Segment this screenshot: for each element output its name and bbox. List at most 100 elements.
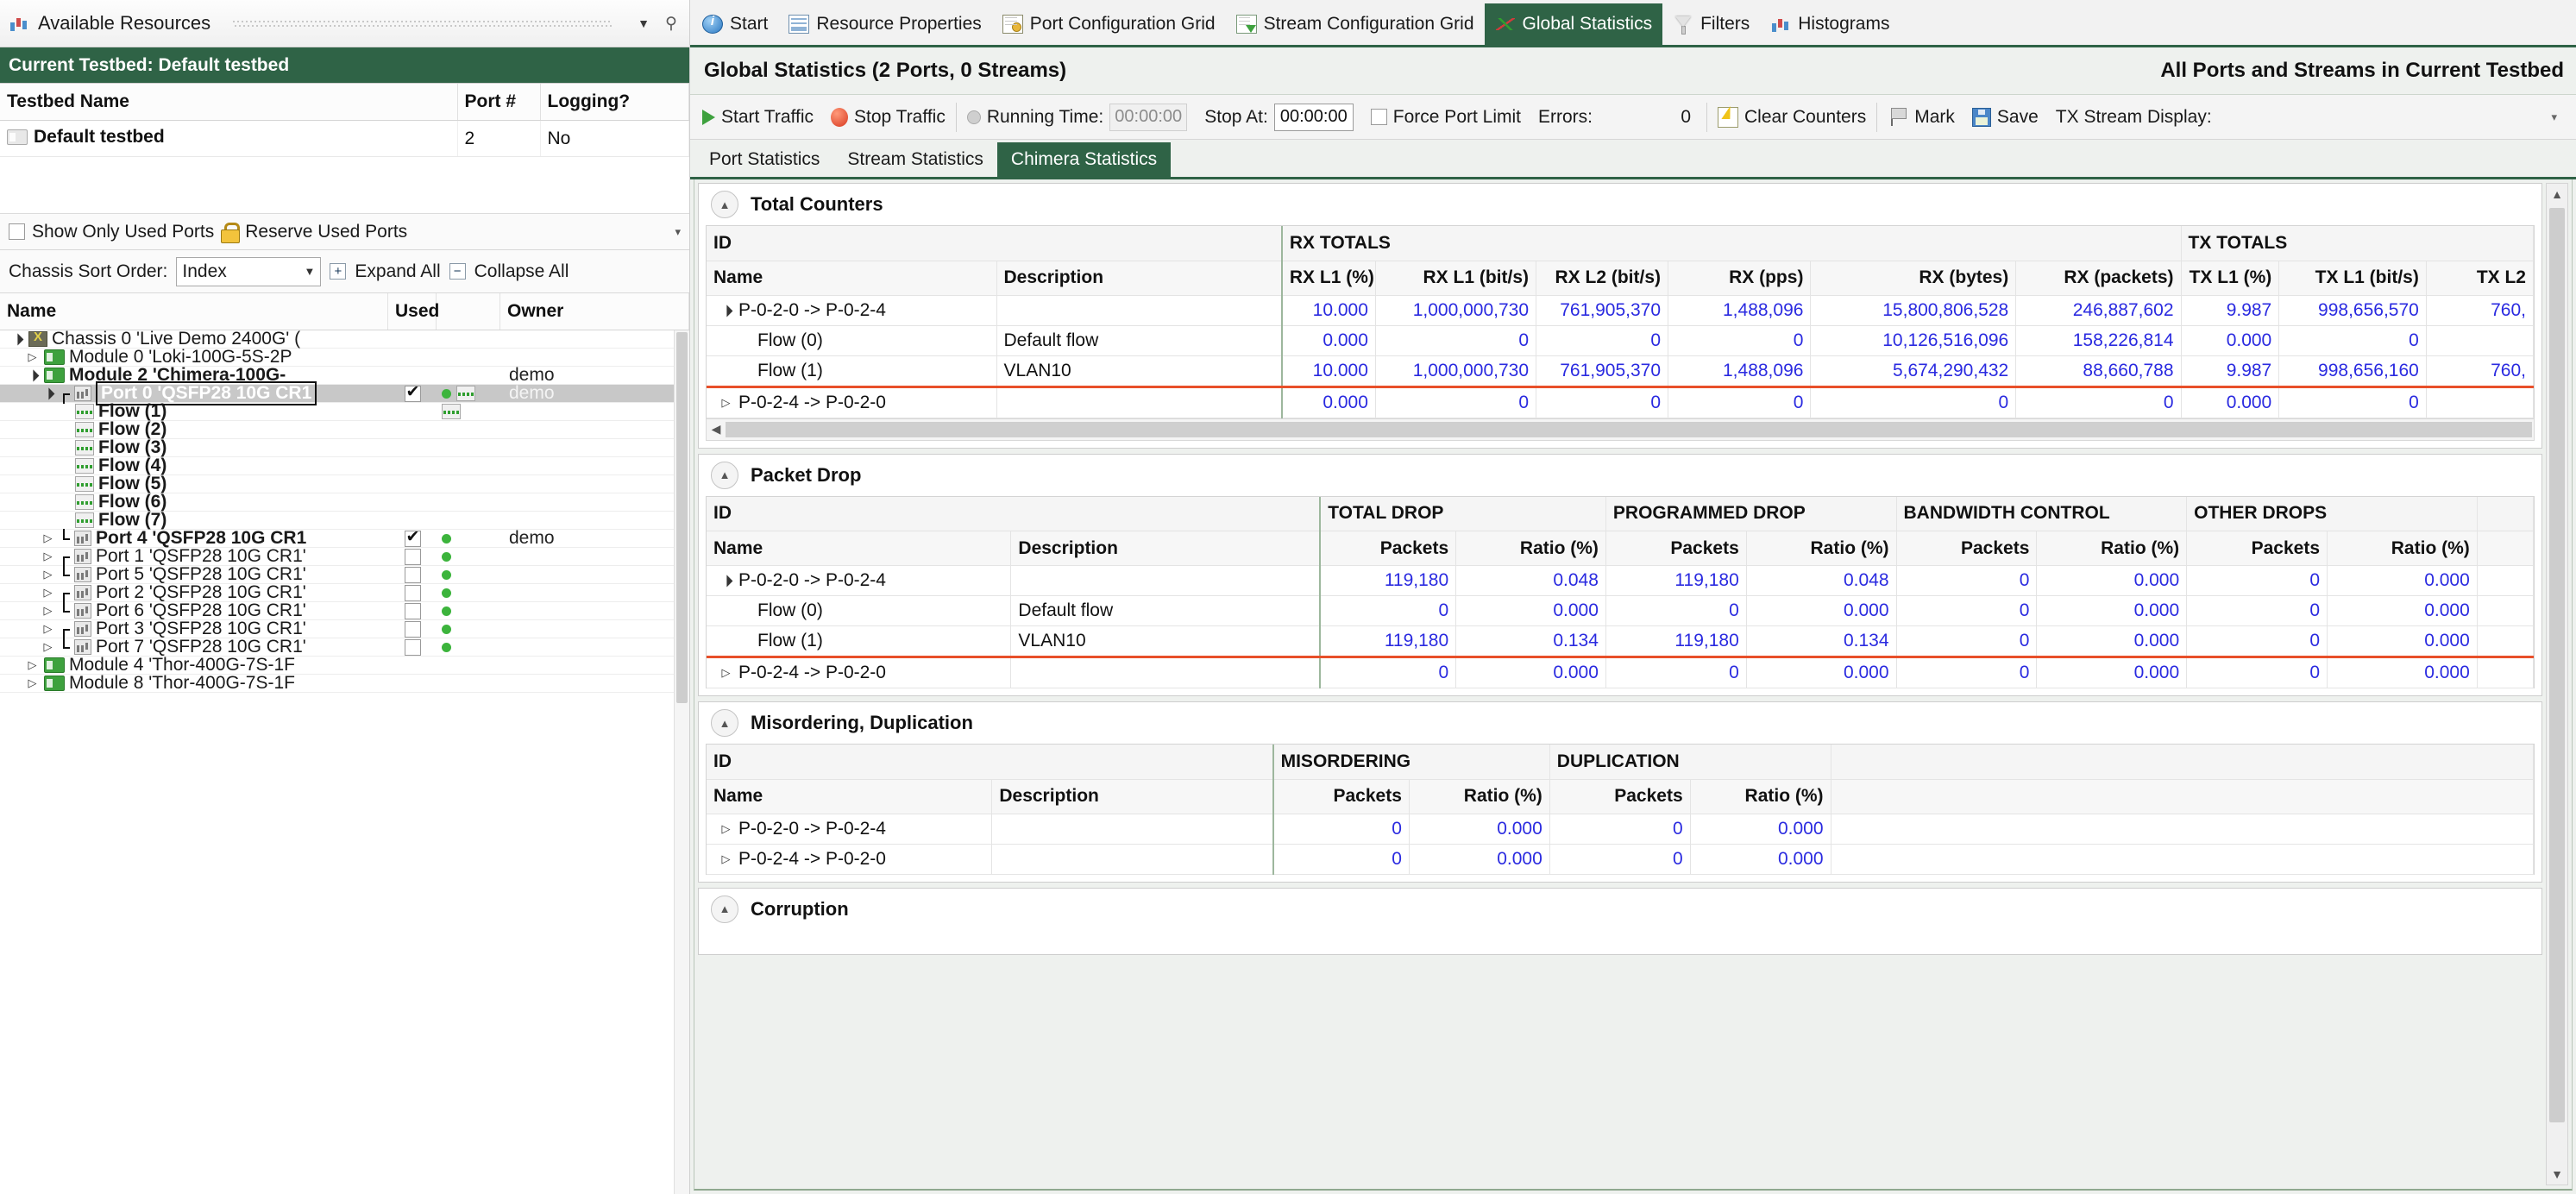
tree-item[interactable]: Flow (7)	[0, 510, 689, 530]
tree-expander-icon[interactable]	[41, 531, 55, 545]
column-header[interactable]: TX L1 (bit/s)	[2278, 261, 2427, 296]
col-logging[interactable]: Logging?	[540, 84, 689, 121]
use-port-checkbox[interactable]	[404, 584, 421, 601]
chassis-sort-order-select[interactable]: Index ▼	[176, 256, 322, 286]
tree-item[interactable]: Port 0 'QSFP28 10G CR1demo	[0, 381, 689, 405]
tree-expander-icon[interactable]	[25, 350, 40, 364]
start-traffic-button[interactable]: Start Traffic	[694, 99, 822, 135]
table-row[interactable]: P-0-2-4 -> P-0-2-000.00000.000	[707, 844, 2534, 875]
column-header[interactable]: TX L2	[2426, 261, 2534, 296]
row-expander-icon[interactable]	[719, 666, 733, 680]
tree-item[interactable]: Module 0 'Loki-100G-5S-2P	[0, 347, 689, 367]
expand-all-icon[interactable]: +	[330, 263, 347, 280]
collapse-all-icon[interactable]: −	[449, 263, 466, 280]
tree-col-status[interactable]	[437, 293, 500, 330]
force-port-limit-group[interactable]: Force Port Limit	[1362, 99, 1530, 135]
pin-icon[interactable]: ⚲	[662, 14, 681, 34]
use-port-checkbox[interactable]	[404, 527, 421, 547]
column-header[interactable]: Packets	[1319, 531, 1457, 566]
column-header[interactable]: RX (pps)	[1668, 261, 1812, 296]
tree-item[interactable]: Port 6 'QSFP28 10G CR1'	[0, 600, 689, 620]
table-row[interactable]: Default testbed 2 No	[0, 120, 689, 157]
column-header[interactable]: Ratio (%)	[2327, 531, 2478, 566]
table-row[interactable]: Flow (0) Default flow 0.000 0 0 0 10,126,516,0…	[707, 325, 2534, 356]
column-header[interactable]: RX L2 (bit/s)	[1536, 261, 1669, 296]
row-expander-icon[interactable]	[719, 574, 733, 588]
tree-expander-icon[interactable]	[41, 386, 55, 400]
tree-item[interactable]: Flow (5)	[0, 474, 689, 493]
collapse-section-button[interactable]: ▲	[711, 461, 738, 489]
column-header[interactable]: RX (bytes)	[1810, 261, 2017, 296]
table-row[interactable]: P-0-2-0 -> P-0-2-4119,1800.048119,1800.0…	[707, 565, 2534, 596]
column-header[interactable]: Ratio (%)	[1746, 531, 1897, 566]
column-header[interactable]: Packets	[1605, 531, 1747, 566]
collapse-section-button[interactable]: ▲	[711, 709, 738, 737]
tree-item[interactable]: Flow (3)	[0, 437, 689, 457]
section-horizontal-scrollbar[interactable]: ◀	[706, 418, 2535, 441]
expand-all-button[interactable]: Expand All	[355, 261, 440, 282]
column-header[interactable]: Name	[707, 531, 1012, 566]
chevron-down-icon[interactable]: ▼	[634, 16, 653, 30]
tree-item[interactable]: Flow (6)	[0, 492, 689, 512]
table-row[interactable]: P-0-2-4 -> P-0-2-00.000000000.0000	[707, 386, 2534, 418]
table-row[interactable]: Flow (1) VLAN10 119,180 0.134 119,180 0.134 0 0…	[707, 625, 2534, 658]
tree-expander-icon[interactable]	[41, 568, 55, 581]
tree-expander-icon[interactable]	[41, 604, 55, 618]
tree-col-used[interactable]: Used	[388, 293, 439, 330]
tab-port-configuration-grid[interactable]: Port Configuration Grid	[991, 3, 1226, 45]
table-row[interactable]: P-0-2-4 -> P-0-2-000.00000.00000.00000.0…	[707, 657, 2534, 688]
tab-stream-configuration-grid[interactable]: Stream Configuration Grid	[1225, 3, 1485, 45]
show-only-used-ports-checkbox[interactable]	[9, 223, 25, 240]
tree-item[interactable]: Port 1 'QSFP28 10G CR1'	[0, 546, 689, 567]
tree-item[interactable]: Chassis 0 'Live Demo 2400G' (	[0, 330, 689, 349]
tree-item[interactable]: Port 4 'QSFP28 10G CR1demo	[0, 527, 689, 548]
collapse-section-button[interactable]: ▲	[711, 895, 738, 923]
force-port-limit-checkbox[interactable]	[1370, 109, 1387, 125]
column-header[interactable]: Ratio (%)	[1690, 779, 1831, 814]
tree-item[interactable]: Flow (2)	[0, 419, 689, 439]
tree-expander-icon[interactable]	[41, 622, 55, 636]
tree-expander-icon[interactable]	[9, 332, 24, 346]
tree-expander-icon[interactable]	[41, 640, 55, 654]
tree-col-owner[interactable]: Owner	[500, 293, 689, 330]
chevron-down-icon[interactable]: ▾	[675, 225, 681, 239]
tree-item[interactable]: Module 4 'Thor-400G-7S-1F	[0, 655, 689, 675]
use-port-checkbox[interactable]	[404, 548, 421, 565]
table-row[interactable]: P-0-2-0 -> P-0-2-4 10.0001,000,000,730761…	[707, 295, 2534, 326]
resource-tree-scrollbar[interactable]	[674, 330, 689, 1194]
tree-expander-icon[interactable]	[41, 550, 55, 563]
scroll-down-icon[interactable]: ▼	[2551, 1164, 2563, 1185]
tree-item[interactable]: Port 7 'QSFP28 10G CR1'	[0, 637, 689, 657]
stop-traffic-button[interactable]: Stop Traffic	[822, 99, 954, 135]
tab-histograms[interactable]: Histograms	[1760, 3, 1901, 45]
left-arrow-icon[interactable]: ◀	[707, 422, 726, 437]
tree-item[interactable]: Flow (4)	[0, 456, 689, 475]
column-header[interactable]: Name	[707, 779, 993, 814]
row-expander-icon[interactable]	[719, 304, 733, 317]
column-header[interactable]: Packets	[1272, 779, 1410, 814]
stop-at-input[interactable]: 00:00:00	[1273, 103, 1354, 131]
column-header[interactable]: Name	[707, 261, 997, 296]
row-expander-icon[interactable]	[719, 822, 733, 836]
column-header[interactable]: Ratio (%)	[1455, 531, 1606, 566]
column-header[interactable]: Ratio (%)	[2036, 531, 2188, 566]
use-port-checkbox[interactable]	[404, 638, 421, 656]
chevron-down-icon[interactable]: ▾	[2551, 110, 2564, 124]
subtab-port-statistics[interactable]: Port Statistics	[695, 142, 833, 177]
table-row[interactable]: P-0-2-0 -> P-0-2-400.00000.000	[707, 814, 2534, 845]
scrollbar-track[interactable]	[2549, 204, 2565, 1164]
column-header[interactable]: Description	[996, 261, 1283, 296]
column-header[interactable]: Ratio (%)	[1409, 779, 1550, 814]
table-row[interactable]: Flow (1) VLAN10 10.000 1,000,000,730 761,905…	[707, 355, 2534, 388]
tab-filters[interactable]: Filters	[1662, 3, 1761, 45]
use-port-checkbox[interactable]	[404, 620, 421, 638]
mark-button[interactable]: Mark	[1879, 99, 1963, 135]
use-port-checkbox[interactable]	[404, 566, 421, 583]
tree-item[interactable]: Module 8 'Thor-400G-7S-1F	[0, 673, 689, 693]
scrollbar-thumb[interactable]	[676, 332, 688, 703]
tree-item[interactable]: Flow (1)	[0, 401, 689, 421]
column-header[interactable]: Description	[1010, 531, 1321, 566]
tree-expander-icon[interactable]	[25, 676, 40, 690]
reserve-used-ports-button[interactable]: Reserve Used Ports	[245, 222, 407, 242]
tab-resource-properties[interactable]: Resource Properties	[778, 3, 992, 45]
